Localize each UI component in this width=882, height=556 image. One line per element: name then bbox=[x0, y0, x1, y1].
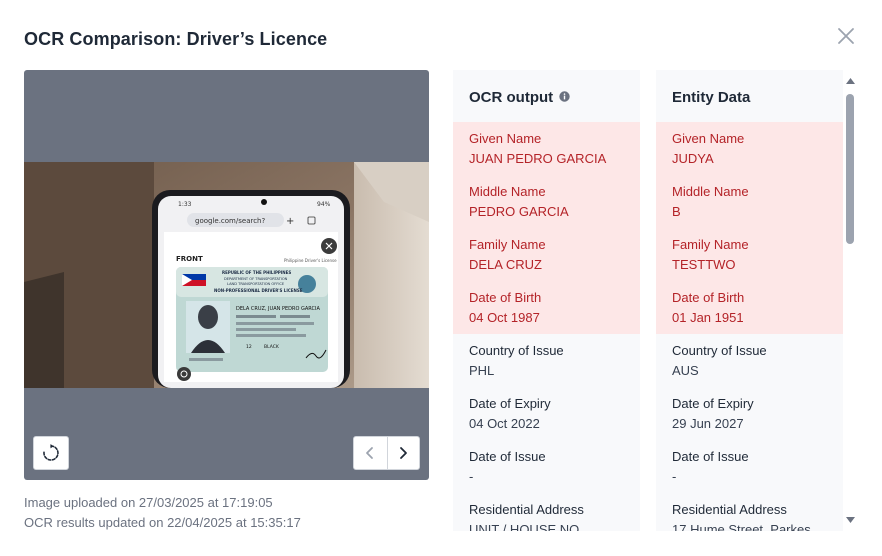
field-label: Date of Expiry bbox=[672, 396, 754, 411]
comparison-scrollbar[interactable] bbox=[844, 74, 857, 529]
field-label: Country of Issue bbox=[469, 343, 564, 358]
comparison-scroll-area[interactable]: OCR output Given Name JUAN PEDRO GARCIA … bbox=[453, 70, 843, 531]
dialog-title: OCR Comparison: Driver’s Licence bbox=[24, 29, 328, 49]
ocr-updated-text: OCR results updated on 22/04/2025 at 15:… bbox=[24, 515, 301, 530]
field-label: Date of Expiry bbox=[469, 396, 551, 411]
ocr-field-date-of-issue: Date of Issue - bbox=[453, 440, 640, 493]
field-label: Date of Birth bbox=[469, 290, 542, 305]
ocr-field-middle-name: Middle Name PEDRO GARCIA bbox=[453, 175, 640, 228]
entity-data-column: Entity Data Given Name JUDYA Middle Name… bbox=[656, 70, 843, 531]
rotate-image-button[interactable] bbox=[33, 436, 69, 470]
card-title-1: REPUBLIC OF THE PHILIPPINES bbox=[222, 270, 291, 275]
entity-field-date-of-birth: Date of Birth 01 Jan 1951 bbox=[656, 281, 843, 334]
field-label: Middle Name bbox=[672, 184, 749, 199]
chevron-left-icon bbox=[366, 447, 374, 459]
field-value: PEDRO GARCIA bbox=[469, 204, 569, 219]
next-image-button[interactable] bbox=[386, 437, 420, 469]
field-label: Country of Issue bbox=[672, 343, 767, 358]
licence-photo: 1:33 94% google.com/search? + FRONT Phil… bbox=[24, 162, 429, 388]
card-title-4: NON-PROFESSIONAL DRIVER'S LICENSE bbox=[214, 288, 303, 293]
field-value: B bbox=[672, 204, 681, 219]
rotate-icon bbox=[43, 444, 59, 461]
ocr-output-heading: OCR output bbox=[453, 70, 640, 122]
field-value: 04 Oct 1987 bbox=[469, 310, 540, 325]
ocr-field-family-name: Family Name DELA CRUZ bbox=[453, 228, 640, 281]
card-title-2: DEPARTMENT OF TRANSPORTATION bbox=[224, 277, 288, 281]
field-value: TESTTWO bbox=[672, 257, 736, 272]
field-label: Date of Birth bbox=[672, 290, 745, 305]
field-label: Date of Issue bbox=[469, 449, 546, 464]
side-label: Philippine Driver's License bbox=[284, 258, 337, 263]
status-time: 1:33 bbox=[178, 201, 192, 208]
field-value: AUS bbox=[672, 363, 699, 378]
entity-data-heading: Entity Data bbox=[656, 70, 843, 122]
scrollbar-thumb[interactable] bbox=[846, 94, 854, 244]
front-label: FRONT bbox=[176, 255, 203, 263]
field-label: Residential Address bbox=[672, 502, 787, 517]
card-value-1: 12 bbox=[246, 344, 252, 350]
info-icon[interactable] bbox=[559, 91, 570, 102]
entity-data-title: Entity Data bbox=[672, 89, 751, 106]
field-label: Given Name bbox=[672, 131, 745, 146]
field-value: PHL bbox=[469, 363, 495, 378]
close-button[interactable] bbox=[836, 26, 856, 46]
scroll-up-arrow-icon[interactable] bbox=[845, 76, 856, 86]
card-title-3: LAND TRANSPORTATION OFFICE bbox=[227, 282, 285, 286]
svg-text:+: + bbox=[286, 216, 294, 227]
field-value: 01 Jan 1951 bbox=[672, 310, 744, 325]
field-value: JUAN PEDRO GARCIA bbox=[469, 151, 607, 166]
chevron-right-icon bbox=[400, 447, 408, 459]
card-value-2: BLACK bbox=[264, 344, 280, 350]
field-label: Middle Name bbox=[469, 184, 546, 199]
field-value: UNIT / HOUSE NO bbox=[469, 522, 580, 531]
field-label: Family Name bbox=[469, 237, 546, 252]
field-value: 29 Jun 2027 bbox=[672, 416, 744, 431]
field-label: Date of Issue bbox=[672, 449, 749, 464]
field-value: - bbox=[469, 469, 474, 484]
image-pagination bbox=[353, 436, 420, 470]
ocr-field-given-name: Given Name JUAN PEDRO GARCIA bbox=[453, 122, 640, 175]
document-image-viewer: 1:33 94% google.com/search? + FRONT Phil… bbox=[24, 70, 429, 480]
entity-field-country-of-issue: Country of Issue AUS bbox=[656, 334, 843, 387]
field-value: 17 Hume Street, Parkes bbox=[672, 522, 811, 531]
field-value: JUDYA bbox=[672, 151, 714, 166]
scroll-down-arrow-icon[interactable] bbox=[845, 515, 856, 525]
entity-field-given-name: Given Name JUDYA bbox=[656, 122, 843, 175]
field-value: 04 Oct 2022 bbox=[469, 416, 540, 431]
ocr-output-title: OCR output bbox=[469, 89, 554, 106]
image-uploaded-text: Image uploaded on 27/03/2025 at 17:19:05 bbox=[24, 495, 273, 510]
field-value: - bbox=[672, 469, 677, 484]
ocr-field-date-of-expiry: Date of Expiry 04 Oct 2022 bbox=[453, 387, 640, 440]
entity-field-date-of-expiry: Date of Expiry 29 Jun 2027 bbox=[656, 387, 843, 440]
browser-url: google.com/search? bbox=[195, 217, 265, 225]
entity-field-residential-address: Residential Address 17 Hume Street, Park… bbox=[656, 493, 843, 531]
ocr-field-country-of-issue: Country of Issue PHL bbox=[453, 334, 640, 387]
entity-field-middle-name: Middle Name B bbox=[656, 175, 843, 228]
ocr-output-column: OCR output Given Name JUAN PEDRO GARCIA … bbox=[453, 70, 640, 531]
battery-level: 94% bbox=[317, 201, 331, 208]
ocr-field-residential-address: Residential Address UNIT / HOUSE NO bbox=[453, 493, 640, 531]
field-label: Family Name bbox=[672, 237, 749, 252]
entity-field-family-name: Family Name TESTTWO bbox=[656, 228, 843, 281]
previous-image-button[interactable] bbox=[354, 437, 387, 469]
field-value: DELA CRUZ bbox=[469, 257, 542, 272]
ocr-comparison-dialog: OCR Comparison: Driver’s Licence 1:33 94… bbox=[0, 0, 882, 556]
ocr-field-date-of-birth: Date of Birth 04 Oct 1987 bbox=[453, 281, 640, 334]
field-label: Residential Address bbox=[469, 502, 584, 517]
field-label: Given Name bbox=[469, 131, 542, 146]
close-icon bbox=[838, 28, 854, 44]
card-name: DELA CRUZ, JUAN PEDRO GARCIA bbox=[236, 306, 320, 312]
entity-field-date-of-issue: Date of Issue - bbox=[656, 440, 843, 493]
